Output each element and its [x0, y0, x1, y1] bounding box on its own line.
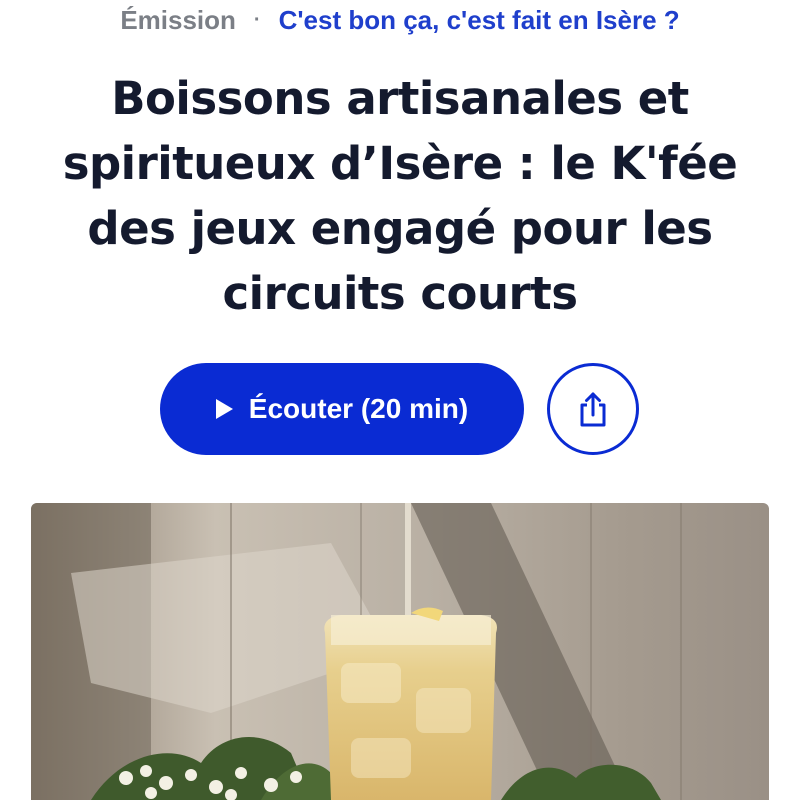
share-icon	[577, 390, 609, 428]
listen-button-label: Écouter (20 min)	[248, 393, 469, 424]
hero-image	[31, 503, 769, 800]
breadcrumb: Émission · C'est bon ça, c'est fait en I…	[0, 0, 800, 40]
breadcrumb-separator: ·	[253, 8, 261, 31]
page-title: Boissons artisanales et spiritueux d’Isè…	[62, 72, 738, 320]
listen-button[interactable]: Écouter (20 min)	[160, 363, 524, 455]
share-button[interactable]	[547, 363, 639, 455]
breadcrumb-type: Émission	[120, 4, 236, 35]
show-link[interactable]: C'est bon ça, c'est fait en Isère ?	[279, 5, 680, 36]
play-icon	[215, 399, 233, 419]
